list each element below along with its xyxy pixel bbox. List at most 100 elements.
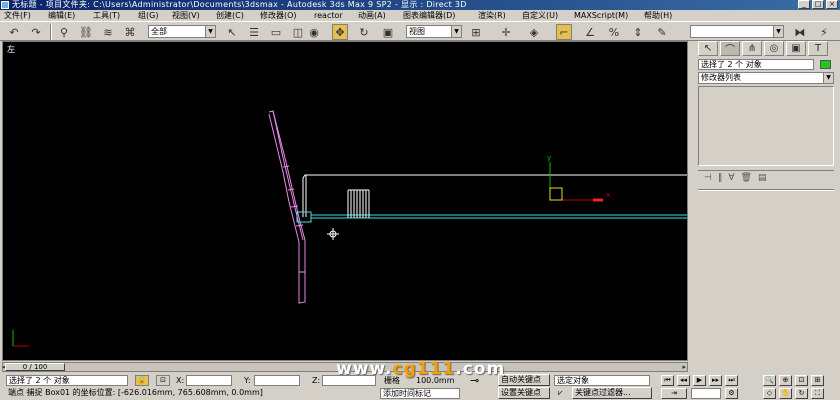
- pan-icon[interactable]: ✋: [779, 388, 792, 399]
- bind-space-warp-icon[interactable]: ≋: [100, 24, 116, 40]
- time-slider-thumb[interactable]: 0 / 100: [5, 363, 65, 371]
- modify-tab-icon[interactable]: ⌒: [720, 41, 740, 56]
- go-to-start-icon[interactable]: ⏮: [661, 375, 674, 386]
- menu-tools[interactable]: 工具(T): [93, 10, 120, 21]
- pin-stack-icon[interactable]: ⊣: [704, 173, 712, 183]
- chevron-down-icon: ▼: [451, 26, 461, 37]
- keyboard-shortcut-override-icon[interactable]: ◈: [526, 24, 542, 40]
- align-icon[interactable]: ⚡: [816, 24, 832, 40]
- y-coordinate-field[interactable]: [254, 375, 300, 386]
- remove-modifier-icon[interactable]: 🗑: [741, 173, 752, 183]
- select-link-icon[interactable]: ⚲: [56, 24, 72, 40]
- hierarchy-tab-icon[interactable]: ⋔: [742, 41, 762, 56]
- set-key-button[interactable]: 设置关键点: [498, 387, 550, 399]
- select-by-name-icon[interactable]: ☰: [246, 24, 262, 40]
- show-end-result-icon[interactable]: ‖: [718, 173, 723, 183]
- menu-view[interactable]: 视图(V): [172, 10, 200, 21]
- left-viewport[interactable]: 左 y x: [2, 41, 688, 361]
- selection-filter-value: 全部: [151, 27, 167, 36]
- reference-coordinate-dropdown[interactable]: 视图 ▼: [406, 25, 462, 38]
- redo-icon[interactable]: ↷: [28, 24, 44, 40]
- move-cursor-icon: [327, 228, 339, 240]
- edit-named-selection-icon[interactable]: ✎: [654, 24, 670, 40]
- coord-system-value: 视图: [409, 27, 425, 36]
- percent-snap-icon[interactable]: %: [606, 24, 622, 40]
- select-and-manipulate-icon[interactable]: ◉: [306, 24, 322, 40]
- lock-selection-icon[interactable]: 🔒: [135, 375, 149, 386]
- x-label: X:: [176, 376, 185, 385]
- use-pivot-center-icon[interactable]: ⊞: [468, 24, 484, 40]
- bind-icon[interactable]: ⌘: [122, 24, 138, 40]
- menu-create[interactable]: 创建(C): [216, 10, 244, 21]
- select-manipulate-icon[interactable]: ✛: [498, 24, 514, 40]
- select-and-scale-icon[interactable]: ▣: [380, 24, 396, 40]
- zoom-all-icon[interactable]: ⊕: [779, 375, 792, 386]
- menu-animation[interactable]: 动画(A): [358, 10, 386, 21]
- configure-sets-icon[interactable]: ▤: [758, 173, 767, 183]
- field-of-view-icon[interactable]: ◇: [763, 388, 776, 399]
- title-bar: 无标题 - 项目文件夹: C:\Users\Administrator\Docu…: [0, 0, 840, 10]
- time-configuration-icon[interactable]: ⚙: [725, 388, 738, 399]
- select-and-move-icon[interactable]: ✥: [332, 24, 348, 40]
- zoom-extents-all-icon[interactable]: ⊞: [811, 375, 824, 386]
- key-mode-icon[interactable]: ⊸: [470, 375, 479, 386]
- snaps-toggle-icon[interactable]: ⌐: [556, 24, 572, 40]
- menu-edit[interactable]: 编辑(E): [48, 10, 75, 21]
- make-unique-icon[interactable]: ∀: [728, 173, 734, 183]
- spinner-snap-icon[interactable]: ⇕: [630, 24, 646, 40]
- mirror-icon[interactable]: ⧓: [792, 24, 808, 40]
- modifier-list-dropdown[interactable]: 修改器列表 ▼: [698, 72, 834, 84]
- divider: [698, 189, 834, 191]
- chevron-right-icon[interactable]: ▸: [682, 363, 686, 371]
- z-coordinate-field[interactable]: [322, 375, 376, 386]
- maximize-viewport-icon[interactable]: ⛶: [811, 388, 824, 399]
- menu-reactor[interactable]: reactor: [314, 10, 343, 21]
- unlink-icon[interactable]: ⛓: [78, 24, 94, 40]
- table-top-shape: [302, 174, 687, 217]
- menu-modifiers[interactable]: 修改器(O): [260, 10, 297, 21]
- menu-help[interactable]: 帮助(H): [644, 10, 672, 21]
- next-frame-icon[interactable]: ▸▸: [709, 375, 722, 386]
- selected-object-dropdown[interactable]: 选定对象: [554, 375, 650, 386]
- object-color-swatch[interactable]: [820, 60, 831, 69]
- zoom-icon[interactable]: 🔍: [763, 375, 776, 386]
- x-coordinate-field[interactable]: [186, 375, 232, 386]
- window-crossing-icon[interactable]: ◫: [290, 24, 306, 40]
- display-tab-icon[interactable]: ▣: [786, 41, 806, 56]
- key-filter-icon[interactable]: ⩗: [558, 388, 563, 398]
- close-button[interactable]: ×: [826, 0, 838, 9]
- previous-frame-icon[interactable]: ◂◂: [677, 375, 690, 386]
- menu-customize[interactable]: 自定义(U): [522, 10, 558, 21]
- object-name-field[interactable]: 选择了 2 个 对象: [698, 59, 814, 70]
- modifier-stack[interactable]: [698, 86, 834, 166]
- current-frame-field[interactable]: [691, 388, 721, 399]
- key-filters-button[interactable]: 关键点过滤器...: [572, 387, 652, 399]
- menu-bar: 文件(F) 编辑(E) 工具(T) 组(G) 视图(V) 创建(C) 修改器(O…: [0, 10, 840, 21]
- motion-tab-icon[interactable]: ◎: [764, 41, 784, 56]
- absolute-mode-icon[interactable]: ⊡: [156, 375, 170, 386]
- menu-file[interactable]: 文件(F): [4, 10, 31, 21]
- minimize-button[interactable]: _: [798, 0, 810, 9]
- key-mode-toggle-icon[interactable]: ⇥: [661, 388, 687, 399]
- panel-segment-line: [282, 165, 290, 168]
- selection-filter-dropdown[interactable]: 全部 ▼: [148, 25, 216, 38]
- go-to-end-icon[interactable]: ⏭: [725, 375, 738, 386]
- undo-icon[interactable]: ↶: [6, 24, 22, 40]
- create-tab-icon[interactable]: ↖: [698, 41, 718, 56]
- menu-rendering[interactable]: 渲染(R): [478, 10, 506, 21]
- select-object-icon[interactable]: ↖: [224, 24, 240, 40]
- add-time-tag-field[interactable]: 添加时间标记: [380, 388, 460, 399]
- select-and-rotate-icon[interactable]: ↻: [356, 24, 372, 40]
- zoom-extents-icon[interactable]: ⊡: [795, 375, 808, 386]
- rectangular-selection-icon[interactable]: ▭: [268, 24, 284, 40]
- menu-group[interactable]: 组(G): [138, 10, 158, 21]
- maximize-button[interactable]: □: [812, 0, 824, 9]
- utilities-tab-icon[interactable]: T: [808, 41, 828, 56]
- angle-snap-icon[interactable]: ∠: [582, 24, 598, 40]
- play-icon[interactable]: ▶: [693, 375, 706, 386]
- auto-key-button[interactable]: 自动关键点: [498, 374, 550, 386]
- menu-maxscript[interactable]: MAXScript(M): [574, 10, 628, 21]
- menu-graph-editors[interactable]: 图表编辑器(D): [403, 10, 455, 21]
- arc-rotate-icon[interactable]: ↻: [795, 388, 808, 399]
- named-selection-sets-dropdown[interactable]: ▼: [690, 25, 784, 38]
